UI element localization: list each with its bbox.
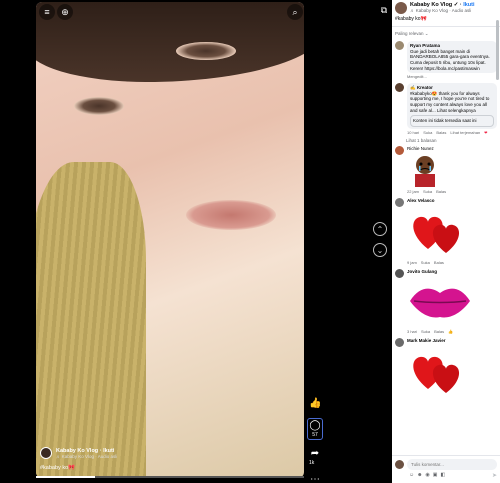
share-icon: ➦ — [310, 448, 320, 459]
avatar[interactable] — [395, 197, 404, 207]
lips-sticker-icon — [407, 274, 473, 328]
reply-link[interactable]: Balas — [434, 329, 444, 334]
like-link[interactable]: Suka — [423, 189, 432, 194]
comment-time: 9 jam — [407, 259, 417, 265]
avatar — [395, 460, 404, 469]
reply-link[interactable]: Balas — [436, 130, 446, 135]
send-icon[interactable]: ➤ — [492, 472, 497, 479]
hearts-sticker-icon — [407, 343, 467, 399]
like-link[interactable]: Suka — [423, 130, 432, 135]
avatar[interactable] — [395, 145, 404, 155]
video-author-name[interactable]: Kababy Ko Vlog — [56, 448, 98, 454]
comment-count: 57 — [312, 432, 318, 438]
video-frame-towel — [36, 162, 146, 478]
share-count: 1k — [309, 460, 315, 466]
avatar[interactable] — [40, 447, 52, 459]
search-icon[interactable]: ⌕ — [287, 4, 303, 20]
reply-link[interactable]: Balas — [436, 189, 446, 194]
comments-scrollbar[interactable] — [496, 20, 499, 80]
video-frame-eye — [176, 42, 236, 60]
avatar[interactable] — [395, 337, 404, 347]
comment-bubble: ✍ Kreator #kababyko😍 thank you for alway… — [407, 83, 497, 129]
like-icon[interactable]: 👍 — [309, 398, 321, 410]
comment-button[interactable]: ◯ 57 — [307, 418, 323, 440]
translate-link[interactable]: Lihat terjemahan — [450, 130, 480, 135]
comment-item: Richie Nunez 22 jam Suka Balas — [392, 144, 500, 196]
comment-item: Ryan Pratama Gue jadi betah banget main … — [392, 39, 500, 81]
hearts-sticker-icon — [407, 203, 467, 259]
comment-item: Alex Velasco 9 jam Suka Balas — [392, 196, 500, 267]
like-link[interactable]: Suka — [421, 260, 430, 265]
menu-icon[interactable]: ≡ — [39, 4, 55, 20]
comment-time: 3 hari — [407, 328, 418, 334]
comment-sort-dropdown[interactable]: Paling relevan ⌄ — [392, 27, 500, 39]
camera-icon[interactable]: ◉ — [425, 472, 429, 479]
comment-time: 10 hari — [407, 129, 420, 135]
comment-icon: ◯ — [309, 420, 321, 431]
comment-input[interactable] — [407, 459, 497, 470]
next-arrow-icon[interactable]: ⌄ — [373, 243, 387, 257]
view-replies-link[interactable]: Lihat 1 balasan — [392, 137, 500, 144]
video-frame-eye — [74, 97, 124, 115]
comment-item: ✍ Kreator #kababyko😍 thank you for alway… — [392, 81, 500, 137]
avatar[interactable] — [395, 83, 404, 93]
comment-item: Jovito Gulang 3 hari Suka Balas 👍 — [392, 267, 500, 336]
avatar[interactable] — [395, 41, 404, 50]
unavailable-content: Konten ini tidak tersedia saat ini — [410, 115, 494, 127]
audio-label[interactable]: ♬ Kababy Ko Vlog · Audio asli — [56, 454, 117, 459]
comment-time: 22 jam — [407, 188, 420, 194]
collapse-panel-icon[interactable]: ⧉ — [376, 2, 392, 18]
comment-composer: ☺ ☻ ◉ ▣ ◧ ➤ — [392, 455, 500, 483]
video-frame-hair — [36, 2, 304, 82]
sticker-icon[interactable]: ☺ — [409, 472, 414, 479]
video-stage: ≡ ⊕ ⌕ Kababy Ko Vlog · Ikuti ♬ Kababy Ko… — [0, 0, 392, 483]
follow-button[interactable]: Ikuti — [103, 448, 114, 454]
like-reaction-icon: 👍 — [448, 328, 454, 334]
post-header: Kababy Ko Vlog ✓ · Ikuti ♬ Kababy Ko Vlo… — [392, 0, 500, 16]
heart-icon: ❤ — [484, 129, 488, 135]
reply-link[interactable]: Balas — [434, 260, 444, 265]
sticker-pack-icon[interactable]: ◧ — [440, 472, 445, 479]
move-icon[interactable]: ⊕ — [57, 4, 73, 20]
comment-author[interactable]: ✍ Kreator — [410, 85, 433, 90]
audio-label[interactable]: ♬ Kababy Ko Vlog · Audio asli — [410, 8, 475, 13]
share-button[interactable]: ➦ 1k — [309, 448, 321, 466]
reel-actions: 👍 ◯ 57 ➦ 1k ⋯ — [307, 398, 323, 483]
avatar[interactable] — [395, 268, 404, 278]
comment-time: Mengedit... — [407, 74, 427, 80]
comment-text: #kababyko😍 thank you for always supporti… — [410, 90, 490, 113]
previous-arrow-icon[interactable]: ⌃ — [373, 222, 387, 236]
crying-man-sticker-icon — [407, 152, 443, 188]
like-link[interactable]: Suka — [421, 329, 430, 334]
comment-item: Mark Makie Javier — [392, 336, 500, 401]
comments-panel: Kababy Ko Vlog ✓ · Ikuti ♬ Kababy Ko Vlo… — [392, 0, 500, 483]
gif-icon[interactable]: ▣ — [433, 472, 438, 479]
video-author: Kababy Ko Vlog · Ikuti ♬ Kababy Ko Vlog … — [40, 447, 117, 459]
comment-bubble: Ryan Pratama Gue jadi betah banget main … — [407, 41, 497, 74]
post-caption: #kababy ko🎀 — [392, 16, 500, 27]
video-frame-lips — [186, 200, 276, 230]
comment-author[interactable]: Ryan Pratama — [410, 43, 440, 48]
reel-video[interactable] — [36, 2, 304, 478]
comment-text: Gue jadi betah banget main di BANDARBOLA… — [410, 48, 490, 71]
progress-fill — [36, 476, 95, 478]
more-icon[interactable]: ⋯ — [309, 474, 321, 483]
video-progress[interactable] — [36, 476, 304, 478]
video-caption: #kababy ko🎀 — [40, 465, 75, 471]
avatar[interactable] — [395, 2, 407, 14]
emoji-icon[interactable]: ☻ — [417, 472, 422, 479]
